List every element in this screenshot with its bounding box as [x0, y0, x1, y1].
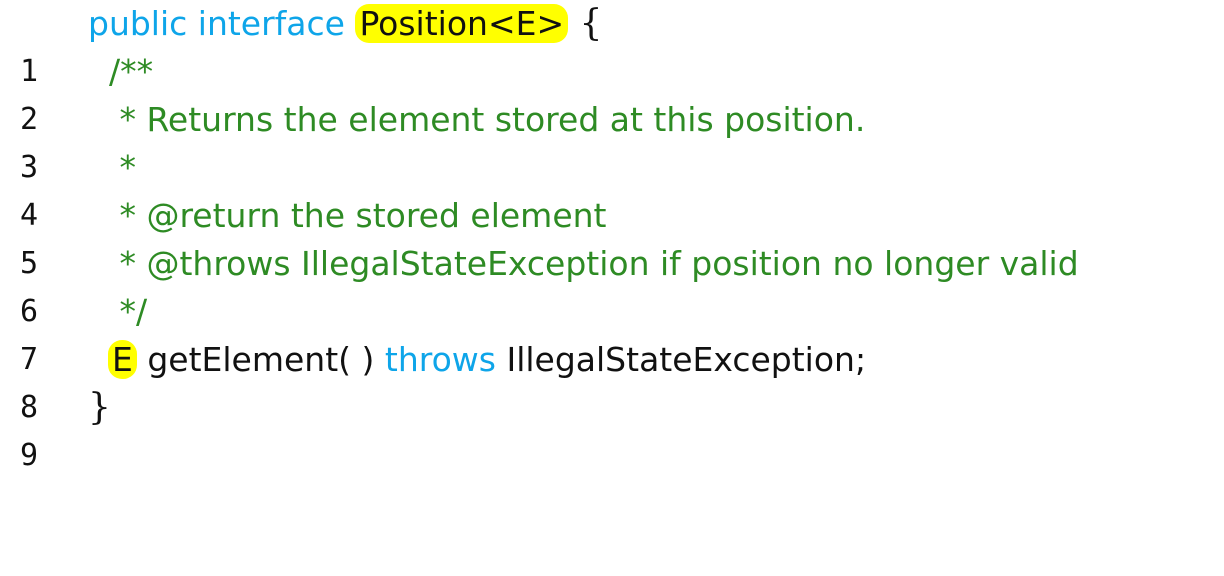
comment-text: * Returns the element stored at this pos… — [88, 100, 866, 139]
comment-text: /** — [88, 52, 154, 91]
keyword: throws — [384, 340, 496, 379]
code-line-2: 2 /** — [0, 48, 1224, 137]
code-listing: 1 public interface Position<E> { 2 /** 3… — [0, 0, 1224, 473]
close-brace: } — [88, 387, 111, 428]
code-content: E getElement( ) throws IllegalStateExcep… — [108, 336, 866, 384]
comment-text: * @return the stored element — [88, 196, 607, 235]
code-line-5: 5 * @return the stored element — [0, 192, 1224, 281]
comment-text: * @throws IllegalStateException if posit… — [88, 244, 1079, 283]
keyword: public interface — [88, 4, 356, 43]
code-line-6: 6 * @throws IllegalStateException if pos… — [0, 240, 1224, 329]
highlighted-type: E — [108, 340, 137, 379]
code-line-9: 9 } — [0, 384, 1224, 473]
code-content: public interface Position<E> { — [88, 0, 602, 48]
code-line-4: 4 * — [0, 144, 1224, 233]
highlighted-type: Position<E> — [355, 4, 569, 43]
code-line-8: 8 E getElement( ) throws IllegalStateExc… — [0, 336, 1224, 425]
code-line-3: 3 * Returns the element stored at this p… — [0, 96, 1224, 185]
code-line-7: 7 */ — [0, 288, 1224, 377]
method-signature: getElement( ) — [136, 340, 385, 379]
comment-text: */ — [88, 292, 148, 331]
open-brace: { — [568, 3, 603, 44]
comment-text: * — [88, 148, 136, 187]
line-number: 9 — [20, 438, 39, 473]
exception-type: IllegalStateException; — [495, 340, 867, 379]
code-line-1: 1 public interface Position<E> { — [0, 0, 1224, 89]
